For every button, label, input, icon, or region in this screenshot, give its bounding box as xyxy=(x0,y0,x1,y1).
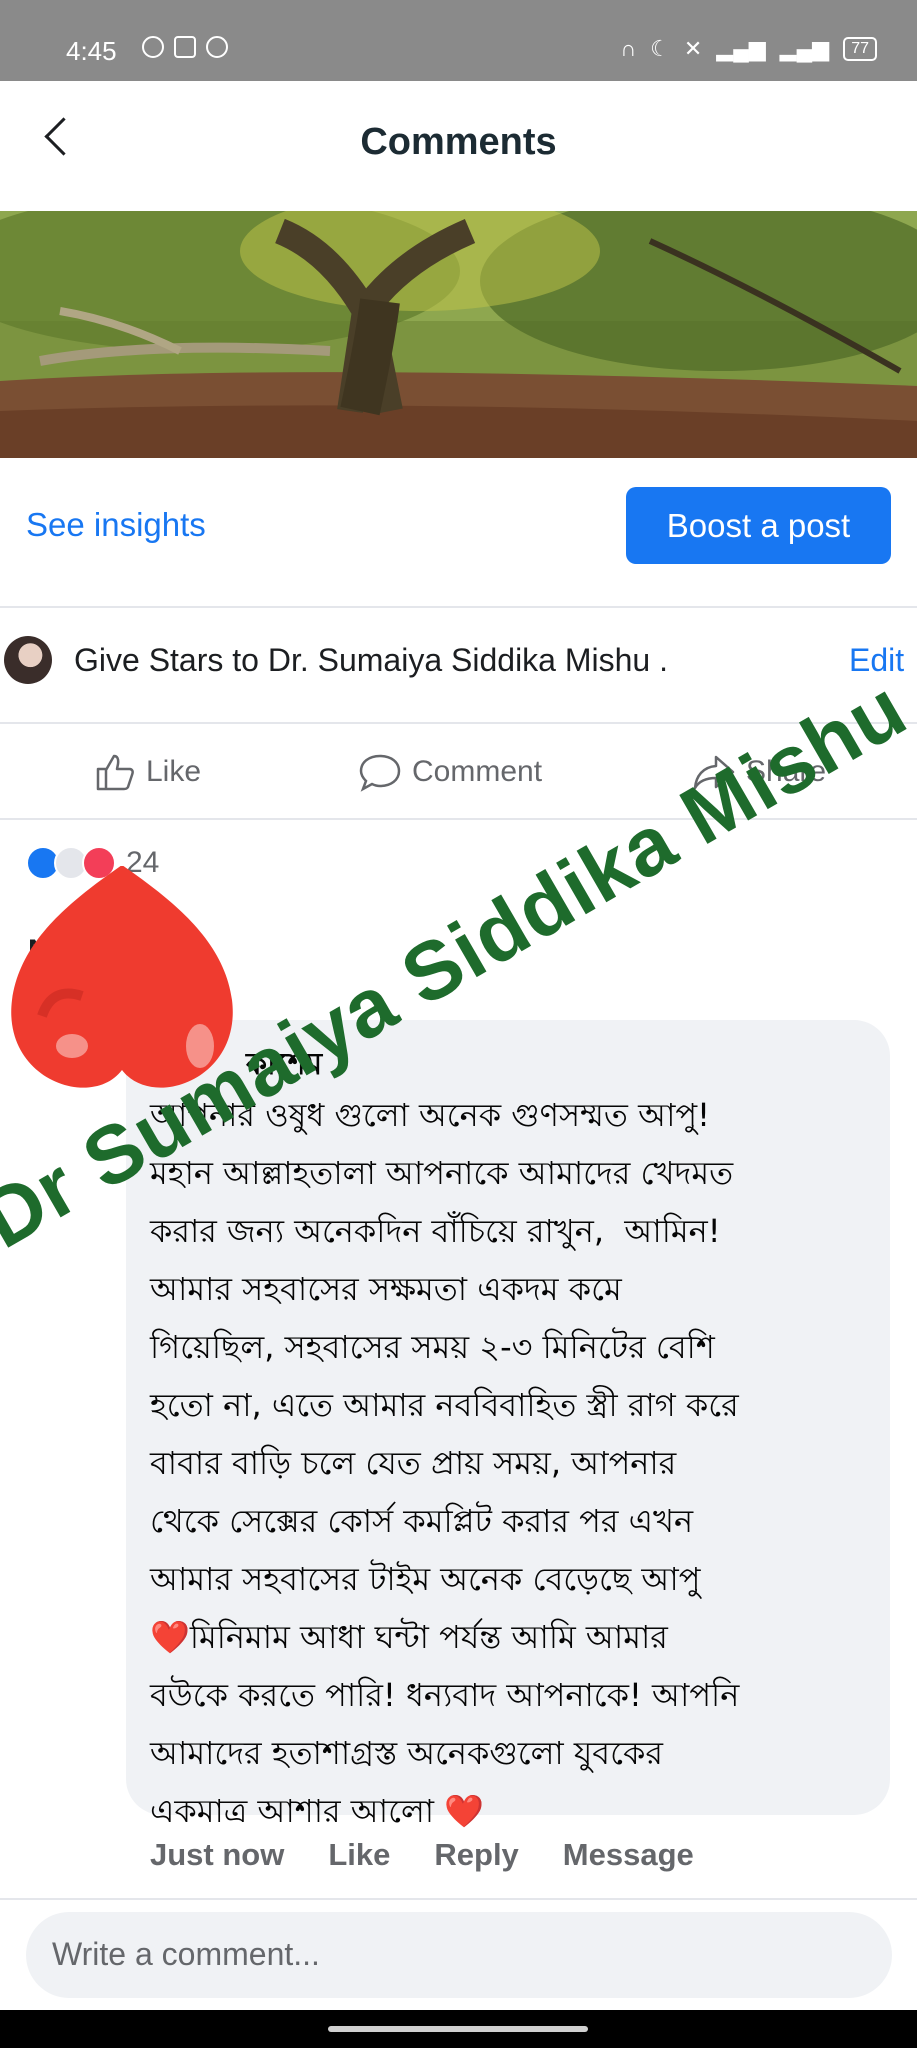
comment-like-button[interactable]: Like xyxy=(328,1837,390,1873)
like-label: Like xyxy=(146,755,202,788)
page-name[interactable]: Give Stars to Dr. Sumaiya Siddika Mishu … xyxy=(74,642,668,679)
header: Comments xyxy=(0,81,917,211)
comment-reply-button[interactable]: Reply xyxy=(434,1837,518,1873)
comment-button[interactable]: Comment xyxy=(358,752,542,792)
home-gesture-handle[interactable] xyxy=(328,2026,588,2032)
comment-input[interactable]: Write a comment... xyxy=(26,1912,892,1998)
comment-icon xyxy=(359,754,401,792)
b-app-icon xyxy=(142,36,164,58)
moon-icon: ☾ xyxy=(650,36,670,61)
status-time: 4:45 xyxy=(66,36,117,66)
comment-input-placeholder: Write a comment... xyxy=(52,1936,320,1972)
mute-icon: ✕ xyxy=(683,36,703,61)
see-insights-link[interactable]: See insights xyxy=(26,506,206,544)
page-title: Comments xyxy=(360,121,557,163)
like-button[interactable]: Like xyxy=(94,752,201,792)
post-image[interactable] xyxy=(0,211,917,458)
messenger-icon xyxy=(206,36,228,58)
signal-4g-icon: ▂▄▆ xyxy=(779,36,830,61)
thumbs-up-icon xyxy=(96,754,134,791)
comment-actions: Just now Like Reply Message xyxy=(150,1837,694,1873)
page-avatar[interactable] xyxy=(4,636,52,684)
status-bar: 4:45 ∩ ☾ ✕ ▂▄▆ ▂▄▆ 77 xyxy=(0,0,917,81)
youtube-icon xyxy=(174,36,196,58)
divider xyxy=(0,606,917,608)
comment-timestamp: Just now xyxy=(150,1837,285,1872)
comment-label: Comment xyxy=(412,755,543,788)
forest-tree-image xyxy=(0,211,917,458)
battery-icon: 77 xyxy=(843,37,877,61)
comment-message-button[interactable]: Message xyxy=(563,1837,694,1873)
signal-icon: ▂▄▆ xyxy=(716,36,766,61)
comment-text: আপনার ওষুধ গুলো অনেক গুণসম্মত আপু! মহান … xyxy=(150,1096,740,1830)
boost-post-button[interactable]: Boost a post xyxy=(626,487,891,564)
headphones-icon: ∩ xyxy=(620,36,637,61)
